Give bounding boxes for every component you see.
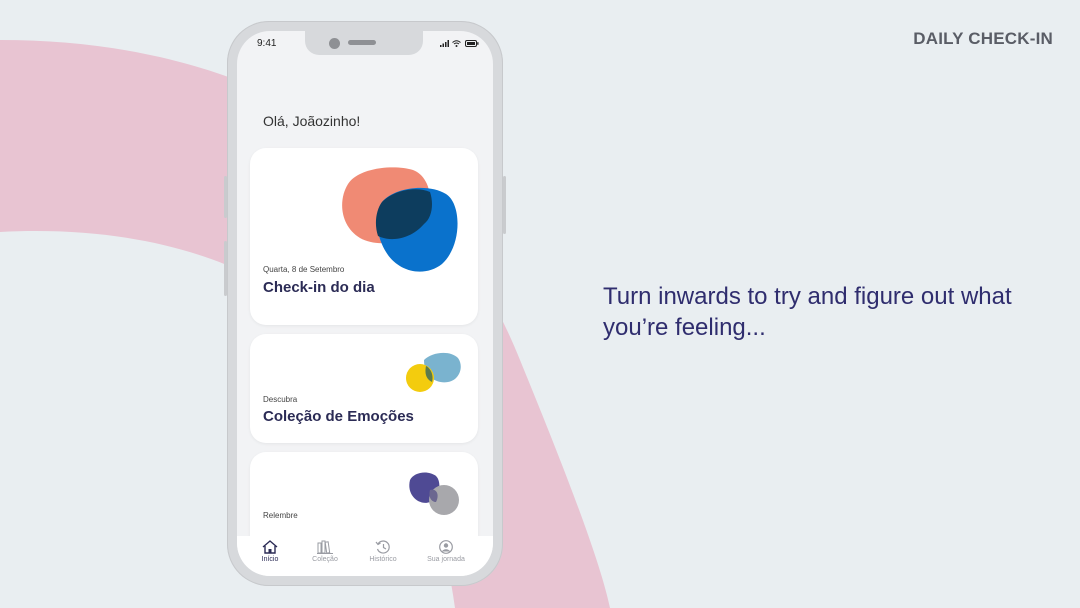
phone-side-button — [224, 176, 227, 218]
camera-icon — [329, 38, 340, 49]
tab-historico[interactable]: Histórico — [356, 540, 410, 563]
user-icon — [439, 540, 453, 554]
emotion-blobs-icon — [406, 352, 461, 392]
phone-notch — [305, 31, 423, 55]
tagline: Turn inwards to try and figure out what … — [603, 283, 1012, 341]
phone-screen: 9:41 Olá, Joãozinho! Quarta, 8 de Setemb… — [237, 31, 493, 576]
card-date: Quarta, 8 de Setembro — [263, 265, 345, 274]
phone-side-button — [503, 176, 506, 234]
speaker-icon — [348, 40, 376, 45]
emotion-blobs-icon — [342, 167, 458, 272]
signal-icon — [439, 40, 449, 48]
status-time: 9:41 — [257, 38, 277, 49]
tab-sua-jornada[interactable]: Sua jornada — [419, 540, 473, 563]
wifi-icon — [452, 40, 462, 48]
emotions-collection-card[interactable]: Descubra Coleção de Emoções — [250, 334, 478, 443]
phone-side-button — [224, 241, 227, 296]
tab-label: Coleção — [312, 556, 338, 563]
daily-checkin-label: DAILY CHECK-IN — [913, 29, 1053, 48]
tab-label: Sua jornada — [427, 556, 465, 563]
home-icon — [262, 540, 278, 554]
phone-mockup: 9:41 Olá, Joãozinho! Quarta, 8 de Setemb… — [224, 21, 506, 586]
battery-icon — [465, 40, 479, 48]
card-subtitle: Relembre — [263, 511, 298, 520]
tab-label: Histórico — [369, 556, 397, 563]
greeting: Olá, Joãozinho! — [263, 113, 361, 129]
emotion-blobs-icon — [409, 472, 459, 515]
card-title: Coleção de Emoções — [263, 408, 414, 425]
card-title: Check-in do dia — [263, 279, 375, 296]
checkin-card[interactable]: Quarta, 8 de Setembro Check-in do dia — [250, 148, 478, 325]
bottom-tab-bar: Início Coleção Histórico Sua jornada — [237, 536, 493, 576]
tab-inicio[interactable]: Início — [243, 540, 297, 563]
status-icons — [439, 38, 479, 48]
card-subtitle: Descubra — [263, 395, 298, 404]
history-icon — [375, 540, 390, 554]
tab-label: Início — [261, 556, 279, 563]
books-icon — [317, 540, 333, 554]
tab-colecao[interactable]: Coleção — [298, 540, 352, 563]
